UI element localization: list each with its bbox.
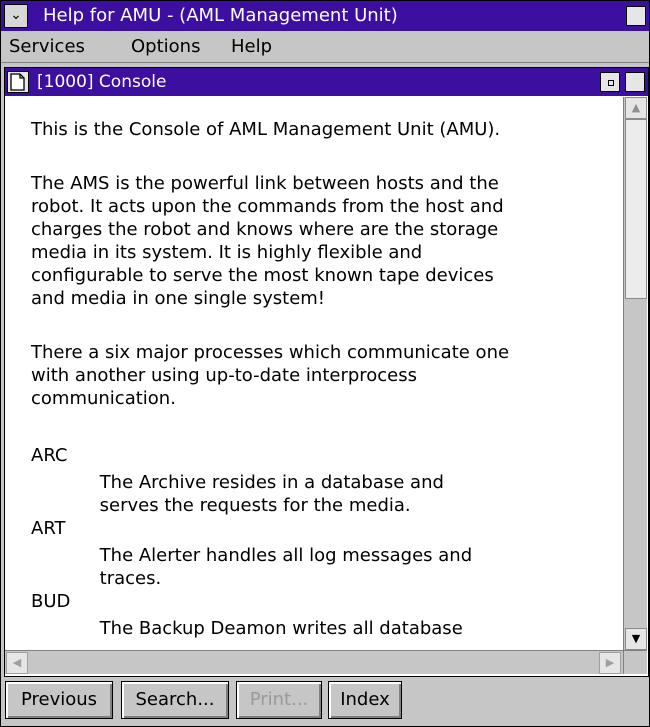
- paragraph-line: This is the Console of AML Management Un…: [31, 119, 501, 140]
- definition-line: traces.: [31, 568, 162, 589]
- window-title: Help for AMU - (AML Management Unit): [43, 5, 398, 26]
- button-bar: Previous Search... Print... Index: [1, 678, 649, 726]
- menu-services[interactable]: Services: [9, 35, 85, 59]
- definition-line: The Alerter handles all log messages and: [31, 545, 473, 566]
- help-topic-window: [1000] Console This is the Console of AM…: [4, 67, 649, 677]
- paragraph-line: charges the robot and knows where are th…: [31, 219, 499, 240]
- menubar: Services Options Help: [1, 32, 649, 63]
- search-button[interactable]: Search...: [121, 681, 229, 719]
- menu-help[interactable]: Help: [231, 35, 272, 59]
- system-menu-icon[interactable]: ⌄: [4, 4, 28, 28]
- definition-line: The Archive resides in a database and: [31, 472, 444, 493]
- index-button[interactable]: Index: [328, 681, 402, 719]
- maximize-icon[interactable]: [626, 6, 646, 26]
- paragraph-line: robot. It acts upon the commands from th…: [31, 196, 504, 217]
- paragraph-line: configurable to serve the most known tap…: [31, 265, 494, 286]
- paragraph-line: There a six major processes which commun…: [31, 342, 510, 363]
- maximize-icon[interactable]: [625, 72, 645, 92]
- print-button[interactable]: Print...: [236, 681, 322, 719]
- menu-options[interactable]: Options: [131, 35, 200, 59]
- minimize-icon[interactable]: [600, 72, 620, 92]
- topic-titlebar[interactable]: [1000] Console: [5, 68, 648, 96]
- previous-button[interactable]: Previous: [5, 681, 113, 719]
- paragraph-line: media in its system. It is highly flexib…: [31, 242, 423, 263]
- help-window-frame: ⌄ Help for AMU - (AML Management Unit) S…: [0, 0, 650, 727]
- scroll-left-icon[interactable]: ◀: [6, 652, 28, 674]
- scrollbar-thumb[interactable]: [625, 119, 647, 299]
- window-titlebar[interactable]: ⌄ Help for AMU - (AML Management Unit): [1, 1, 649, 31]
- paragraph-line: The AMS is the powerful link between hos…: [31, 173, 499, 194]
- scrollbar-corner: [623, 650, 647, 674]
- paragraph-line: and media in one single system!: [31, 288, 326, 309]
- definition-line: serves the requests for the media.: [31, 495, 411, 516]
- definition-line: The Backup Deamon writes all database: [31, 618, 463, 639]
- horizontal-scrollbar[interactable]: ◀ ▶: [5, 650, 623, 674]
- scroll-right-icon[interactable]: ▶: [599, 652, 621, 674]
- term-arc: ARC: [31, 445, 68, 466]
- scroll-down-icon[interactable]: ▼: [625, 628, 647, 650]
- topic-title: [1000] Console: [37, 72, 167, 92]
- document-icon[interactable]: [7, 71, 29, 93]
- term-bud: BUD: [31, 591, 71, 612]
- scroll-up-icon[interactable]: ▲: [625, 97, 647, 119]
- topic-content: This is the Console of AML Management Un…: [5, 97, 623, 650]
- vertical-scrollbar[interactable]: ▲ ▼: [623, 97, 647, 650]
- paragraph-line: communication.: [31, 388, 176, 409]
- paragraph-line: with another using up-to-date interproce…: [31, 365, 418, 386]
- term-art: ART: [31, 518, 66, 539]
